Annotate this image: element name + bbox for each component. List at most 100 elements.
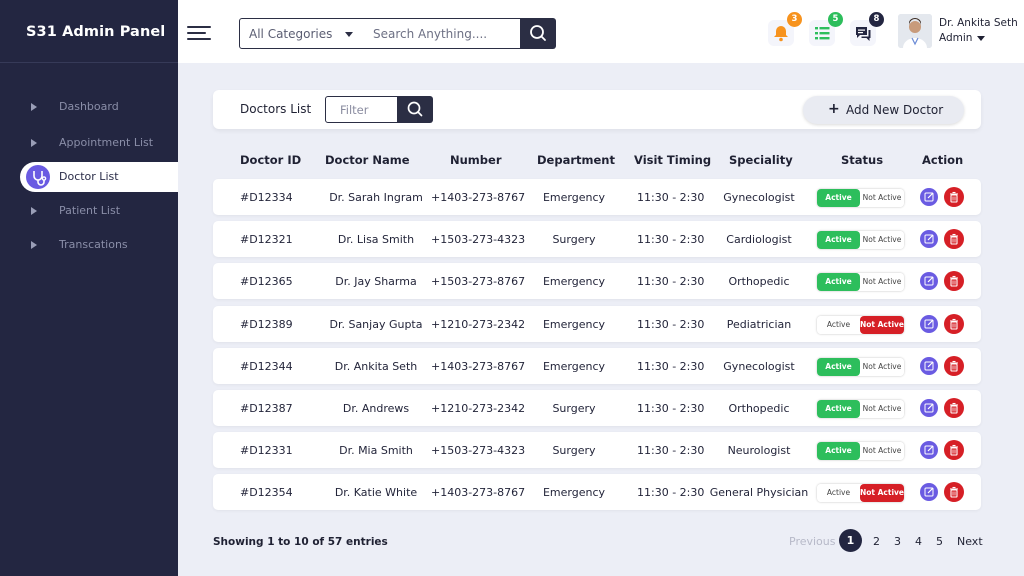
edit-button[interactable]: [920, 230, 938, 248]
app-title: S31 Admin Panel: [0, 0, 178, 63]
doctor-name: Dr. Sarah Ingram: [329, 191, 423, 204]
delete-button[interactable]: [944, 229, 964, 249]
delete-button[interactable]: [944, 482, 964, 502]
status-active-option[interactable]: Active: [817, 231, 860, 249]
visit-timing: 11:30 - 2:30: [637, 191, 705, 204]
doctor-number: +1403-273-8767: [431, 191, 526, 204]
visit-timing: 11:30 - 2:30: [637, 444, 705, 457]
pagination-page[interactable]: 2: [873, 535, 880, 548]
edit-button[interactable]: [920, 188, 938, 206]
status-inactive-option[interactable]: Not Active: [860, 231, 904, 249]
status-toggle[interactable]: Active Not Active: [817, 189, 904, 207]
doctor-speciality: Pediatrician: [726, 318, 792, 331]
user-name: Dr. Ankita Seth: [939, 17, 1018, 29]
column-header-status: Status: [841, 153, 884, 167]
status-inactive-option[interactable]: Not Active: [860, 358, 904, 376]
status-toggle[interactable]: Active Not Active: [817, 442, 904, 460]
sidebar-item-label: Doctor List: [59, 170, 119, 183]
search-icon: [407, 101, 423, 117]
edit-button[interactable]: [920, 315, 938, 333]
status-active-option[interactable]: Active: [817, 189, 860, 207]
delete-button[interactable]: [944, 187, 964, 207]
doctor-department: Emergency: [542, 318, 606, 331]
status-inactive-option[interactable]: Not Active: [860, 189, 904, 207]
doctor-department: Surgery: [552, 402, 596, 415]
chevron-right-icon: [31, 103, 37, 111]
notifications-button[interactable]: 3: [768, 12, 802, 46]
menu-icon[interactable]: [187, 26, 211, 40]
edit-icon: [924, 403, 934, 413]
search-input[interactable]: Search Anything....: [363, 18, 521, 49]
doctor-name: Dr. Katie White: [334, 486, 418, 499]
delete-button[interactable]: [944, 440, 964, 460]
pagination-next[interactable]: Next: [957, 535, 983, 548]
delete-button[interactable]: [944, 271, 964, 291]
messages-button[interactable]: 8: [850, 12, 884, 46]
avatar[interactable]: [898, 14, 932, 48]
pagination-page-current[interactable]: 1: [839, 529, 862, 552]
edit-button[interactable]: [920, 441, 938, 459]
status-inactive-option[interactable]: Not Active: [860, 316, 904, 334]
pagination-page[interactable]: 3: [894, 535, 901, 548]
doctor-number: +1210-273-2342: [431, 402, 526, 415]
delete-button[interactable]: [944, 398, 964, 418]
doctor-speciality: Gynecologist: [723, 360, 795, 373]
status-toggle[interactable]: Active Not Active: [817, 358, 904, 376]
edit-icon: [924, 445, 934, 455]
edit-icon: [924, 487, 934, 497]
doctor-id: #D12387: [240, 402, 293, 415]
doctor-department: Emergency: [542, 191, 606, 204]
status-active-option[interactable]: Active: [817, 400, 860, 418]
status-active-option[interactable]: Active: [817, 316, 860, 334]
sidebar-item-dashboard[interactable]: Dashboard: [0, 92, 178, 122]
filter-search-button[interactable]: [397, 96, 433, 123]
edit-button[interactable]: [920, 399, 938, 417]
search-icon: [530, 25, 546, 41]
pagination-page[interactable]: 5: [936, 535, 943, 548]
add-doctor-button[interactable]: + Add New Doctor: [803, 96, 964, 124]
table-row: #D12387 Dr. Andrews +1210-273-2342 Surgery 1…: [213, 390, 981, 426]
column-header-department: Department: [537, 153, 615, 167]
filter-input[interactable]: Filter: [325, 96, 398, 123]
status-inactive-option[interactable]: Not Active: [860, 484, 904, 502]
pagination-page[interactable]: 4: [915, 535, 922, 548]
status-toggle[interactable]: Active Not Active: [817, 273, 904, 291]
column-header-speciality: Speciality: [729, 153, 793, 167]
status-toggle[interactable]: Active Not Active: [817, 316, 904, 334]
doctor-speciality: Gynecologist: [723, 191, 795, 204]
doctor-name: Dr. Jay Sharma: [335, 275, 417, 288]
delete-button[interactable]: [944, 356, 964, 376]
sidebar-item-doctor-list[interactable]: Doctor List: [20, 162, 178, 192]
status-toggle[interactable]: Active Not Active: [817, 484, 904, 502]
status-inactive-option[interactable]: Not Active: [860, 273, 904, 291]
status-toggle[interactable]: Active Not Active: [817, 231, 904, 249]
status-active-option[interactable]: Active: [817, 358, 860, 376]
sidebar-item-transactions[interactable]: Transcations: [0, 230, 178, 260]
status-inactive-option[interactable]: Not Active: [860, 442, 904, 460]
status-active-option[interactable]: Active: [817, 273, 860, 291]
doctor-number: +1503-273-4323: [431, 233, 526, 246]
status-toggle[interactable]: Active Not Active: [817, 400, 904, 418]
sidebar-item-appointment-list[interactable]: Appointment List: [0, 128, 178, 158]
sidebar: S31 Admin Panel Dashboard Appointment Li…: [0, 0, 178, 576]
trash-icon: [950, 191, 958, 203]
delete-button[interactable]: [944, 314, 964, 334]
pagination-previous[interactable]: Previous: [789, 535, 836, 548]
sidebar-item-patient-list[interactable]: Patient List: [0, 196, 178, 226]
doctor-id: #D12389: [240, 318, 293, 331]
search-button[interactable]: [520, 18, 556, 49]
tasks-button[interactable]: 5: [809, 12, 843, 46]
visit-timing: 11:30 - 2:30: [637, 360, 705, 373]
sidebar-item-label: Transcations: [59, 238, 128, 251]
edit-button[interactable]: [920, 357, 938, 375]
status-active-option[interactable]: Active: [817, 484, 860, 502]
doctor-speciality: Cardiologist: [726, 233, 792, 246]
trash-icon: [950, 444, 958, 456]
edit-button[interactable]: [920, 483, 938, 501]
status-inactive-option[interactable]: Not Active: [860, 400, 904, 418]
user-role-dropdown[interactable]: Admin: [939, 32, 986, 44]
edit-button[interactable]: [920, 272, 938, 290]
category-select[interactable]: All Categories: [239, 18, 364, 49]
doctor-department: Surgery: [552, 233, 596, 246]
status-active-option[interactable]: Active: [817, 442, 860, 460]
